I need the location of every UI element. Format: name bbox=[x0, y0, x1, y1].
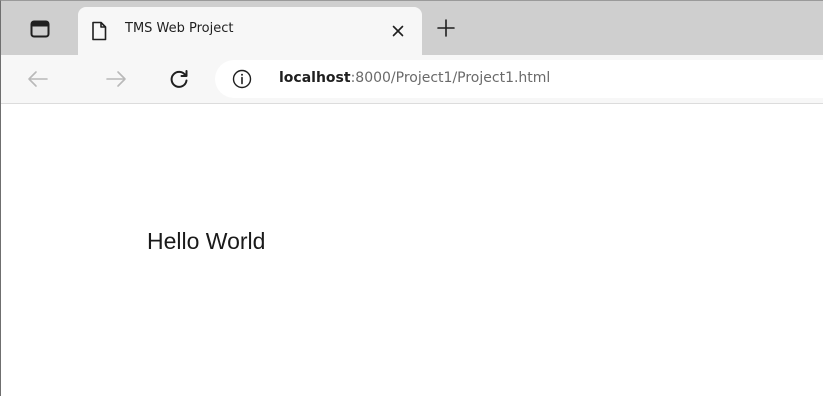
url-host: localhost bbox=[279, 70, 351, 86]
plus-icon bbox=[437, 19, 455, 37]
tab-actions-icon bbox=[30, 20, 50, 38]
tab-title: TMS Web Project bbox=[125, 21, 234, 36]
arrow-right-icon bbox=[106, 71, 126, 87]
page-content: Hello World bbox=[1, 104, 823, 396]
tab-strip: TMS Web Project bbox=[1, 1, 823, 55]
refresh-icon bbox=[170, 70, 188, 88]
new-tab-button[interactable] bbox=[433, 15, 459, 41]
forward-button[interactable] bbox=[101, 64, 131, 94]
refresh-button[interactable] bbox=[164, 64, 194, 94]
active-tab[interactable]: TMS Web Project bbox=[78, 7, 422, 55]
hello-world-text: Hello World bbox=[147, 228, 266, 254]
tab-close-button[interactable] bbox=[387, 20, 409, 42]
info-icon[interactable] bbox=[232, 69, 252, 89]
browser-window: TMS Web Project localhost:8000/Project1/… bbox=[0, 0, 823, 396]
page-icon bbox=[92, 21, 107, 41]
navigation-toolbar: localhost:8000/Project1/Project1.html bbox=[1, 55, 823, 104]
back-button[interactable] bbox=[23, 64, 53, 94]
url-path: :8000/Project1/Project1.html bbox=[350, 70, 551, 86]
address-bar[interactable]: localhost:8000/Project1/Project1.html bbox=[215, 60, 823, 98]
close-icon bbox=[392, 25, 404, 37]
url-text[interactable]: localhost:8000/Project1/Project1.html bbox=[279, 70, 550, 86]
tab-actions-button[interactable] bbox=[27, 16, 53, 42]
arrow-left-icon bbox=[28, 71, 48, 87]
